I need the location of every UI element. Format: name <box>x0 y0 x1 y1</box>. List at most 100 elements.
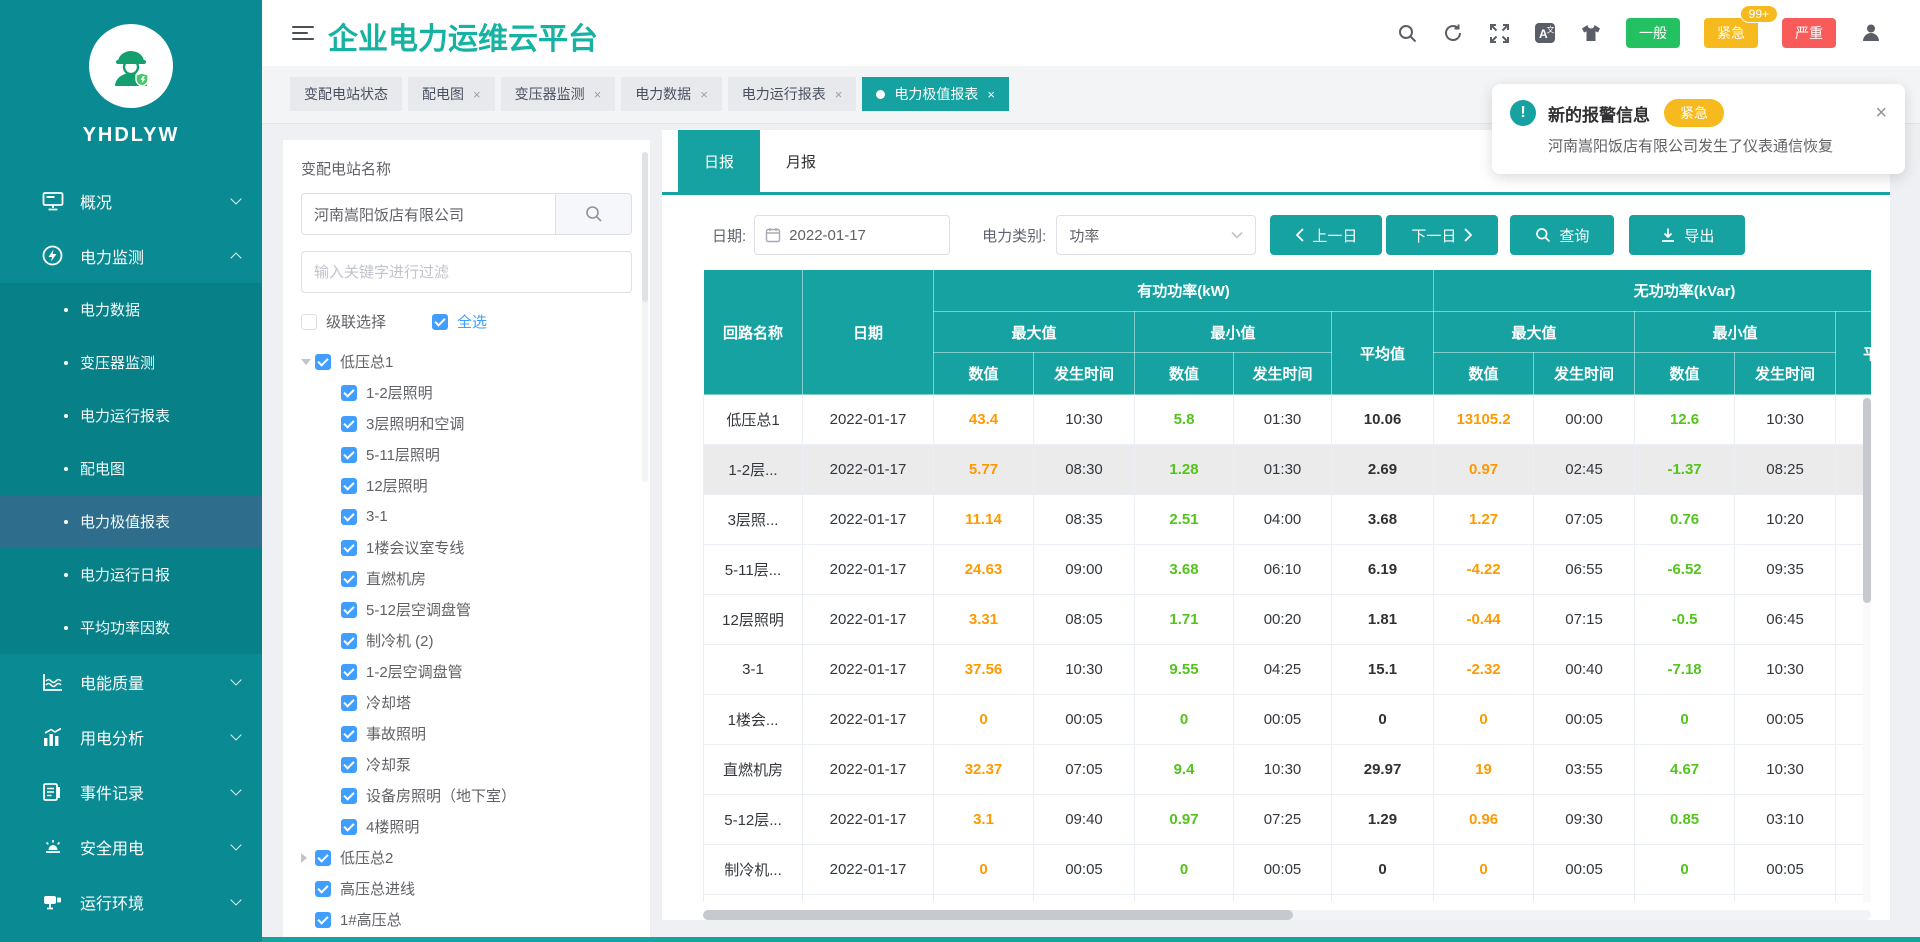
sidebar-item-environment[interactable]: 运行环境 <box>0 874 262 929</box>
tree-checkbox[interactable] <box>341 757 357 773</box>
station-search-button[interactable] <box>556 193 632 235</box>
table-row[interactable]: 3层照... 2022-01-17 11.14 08:35 2.51 04:00… <box>704 495 1872 545</box>
tree-item[interactable]: 低压总1 <box>301 346 632 377</box>
tree-checkbox[interactable] <box>315 912 331 928</box>
sidebar-subitem[interactable]: 电力运行报表 <box>0 389 262 442</box>
tree-item[interactable]: 低压总2 <box>301 842 632 873</box>
tree-item[interactable]: 1楼会议室专线 <box>301 532 632 563</box>
sidebar-item-event-log[interactable]: 事件记录 <box>0 764 262 819</box>
station-search-input[interactable] <box>301 193 556 235</box>
sidebar-subitem[interactable]: 电力极值报表 <box>0 495 262 548</box>
tree-item[interactable]: 12层照明 <box>301 470 632 501</box>
translate-icon[interactable]: A文 <box>1534 22 1556 44</box>
tree-expand-icon[interactable] <box>301 359 315 365</box>
alarm-badge-critical[interactable]: 严重 <box>1782 18 1836 48</box>
tree-checkbox[interactable] <box>341 633 357 649</box>
tab-monthly-report[interactable]: 月报 <box>760 130 842 192</box>
close-icon[interactable]: × <box>987 87 995 102</box>
tab-daily-report[interactable]: 日报 <box>678 130 760 192</box>
table-row[interactable]: 5-11层... 2022-01-17 24.63 09:00 3.68 06:… <box>704 545 1872 595</box>
alarm-badge-urgent[interactable]: 紧急 99+ <box>1704 18 1758 48</box>
tree-item[interactable]: 1-2层空调盘管 <box>301 656 632 687</box>
query-button[interactable]: 查询 <box>1510 215 1614 255</box>
user-icon[interactable] <box>1860 22 1882 44</box>
tree-expand-icon[interactable] <box>301 853 315 863</box>
fullscreen-icon[interactable] <box>1488 22 1510 44</box>
tree-checkbox[interactable] <box>341 571 357 587</box>
sidebar-subitem[interactable]: 平均功率因数 <box>0 601 262 654</box>
tree-item[interactable]: 事故照明 <box>301 718 632 749</box>
sidebar-item-power-monitoring[interactable]: 电力监测 <box>0 228 262 283</box>
table-row[interactable]: 5-12层... 2022-01-17 3.1 09:40 0.97 07:25… <box>704 795 1872 845</box>
sidebar-item-electrical-safety[interactable]: 安全用电 <box>0 819 262 874</box>
category-select[interactable]: 功率 <box>1056 215 1256 255</box>
close-icon[interactable]: × <box>473 87 481 102</box>
export-button[interactable]: 导出 <box>1629 215 1745 255</box>
tree-checkbox[interactable] <box>341 385 357 401</box>
tree-checkbox[interactable] <box>341 788 357 804</box>
page-tab[interactable]: 配电图 × <box>408 77 495 111</box>
date-input[interactable] <box>789 227 909 244</box>
tree-checkbox[interactable] <box>315 354 331 370</box>
tree-checkbox[interactable] <box>341 819 357 835</box>
tree-item[interactable]: 冷却泵 <box>301 749 632 780</box>
tree-item[interactable]: 5-11层照明 <box>301 439 632 470</box>
date-picker[interactable] <box>754 215 950 255</box>
page-tab[interactable]: 变配电站状态 × <box>290 77 402 111</box>
sidebar-subitem[interactable]: 配电图 <box>0 442 262 495</box>
theme-shirt-icon[interactable] <box>1580 22 1602 44</box>
sidebar-item-power-quality[interactable]: 电能质量 <box>0 654 262 709</box>
page-tab[interactable]: 电力极值报表 × <box>862 77 1009 111</box>
tree-checkbox[interactable] <box>341 447 357 463</box>
tree-checkbox[interactable] <box>341 695 357 711</box>
page-tab[interactable]: 电力数据 × <box>621 77 722 111</box>
table-row[interactable]: 低压总1 2022-01-17 43.4 10:30 5.8 01:30 10.… <box>704 395 1872 445</box>
tree-item[interactable]: 制冷机 (2) <box>301 625 632 656</box>
prev-day-button[interactable]: 上一日 <box>1270 215 1382 255</box>
tree-checkbox[interactable] <box>341 540 357 556</box>
tree-item[interactable]: 4楼照明 <box>301 811 632 842</box>
select-all-checkbox[interactable] <box>432 314 448 330</box>
tree-item[interactable]: 5-12层空调盘管 <box>301 594 632 625</box>
table-row[interactable]: 1-2层... 2022-01-17 5.77 08:30 1.28 01:30… <box>704 445 1872 495</box>
table-horizontal-scrollbar[interactable] <box>703 910 1871 920</box>
select-all-label[interactable]: 全选 <box>457 311 487 332</box>
search-icon[interactable] <box>1396 22 1418 44</box>
sidebar-subitem[interactable]: 变压器监测 <box>0 336 262 389</box>
refresh-icon[interactable] <box>1442 22 1464 44</box>
page-tab[interactable]: 电力运行报表 × <box>728 77 857 111</box>
collapse-sidebar-icon[interactable] <box>292 22 316 42</box>
close-icon[interactable]: × <box>835 87 843 102</box>
tree-item[interactable]: 设备房照明（地下室） <box>301 780 632 811</box>
tree-checkbox[interactable] <box>341 664 357 680</box>
tree-checkbox[interactable] <box>315 850 331 866</box>
alarm-badge-normal[interactable]: 一般 <box>1626 18 1680 48</box>
tree-item[interactable]: 高压总进线 <box>301 873 632 904</box>
table-row[interactable]: 1楼会... 2022-01-17 0 00:05 0 00:05 0 0 00… <box>704 695 1872 745</box>
table-row[interactable]: 12层照明 2022-01-17 3.31 08:05 1.71 00:20 1… <box>704 595 1872 645</box>
table-row[interactable]: 3-1 2022-01-17 37.56 10:30 9.55 04:25 15… <box>704 645 1872 695</box>
page-tab[interactable]: 变压器监测 × <box>501 77 616 111</box>
close-icon[interactable]: × <box>1875 103 1887 123</box>
tree-item[interactable]: 直燃机房 <box>301 563 632 594</box>
table-vertical-scrollbar[interactable] <box>1863 396 1871 902</box>
table-row[interactable]: 制冷机... 2022-01-17 0 00:05 0 00:05 0 0 00… <box>704 845 1872 895</box>
tree-item[interactable]: 1-2层照明 <box>301 377 632 408</box>
tree-checkbox[interactable] <box>341 478 357 494</box>
close-icon[interactable]: × <box>594 87 602 102</box>
cascade-checkbox[interactable] <box>301 314 317 330</box>
next-day-button[interactable]: 下一日 <box>1386 215 1498 255</box>
close-icon[interactable]: × <box>700 87 708 102</box>
tree-item[interactable]: 3层照明和空调 <box>301 408 632 439</box>
sidebar-subitem[interactable]: 电力运行日报 <box>0 548 262 601</box>
tree-checkbox[interactable] <box>341 602 357 618</box>
sidebar-item-usage-analysis[interactable]: 用电分析 <box>0 709 262 764</box>
tree-item[interactable]: 1#高压总 <box>301 904 632 935</box>
tree-checkbox[interactable] <box>341 416 357 432</box>
tree-checkbox[interactable] <box>341 726 357 742</box>
tree-item[interactable]: 3-1 <box>301 501 632 532</box>
tree-checkbox[interactable] <box>341 509 357 525</box>
table-row[interactable]: 直燃机房 2022-01-17 32.37 07:05 9.4 10:30 29… <box>704 745 1872 795</box>
tree-checkbox[interactable] <box>315 881 331 897</box>
tree-item[interactable]: 冷却塔 <box>301 687 632 718</box>
